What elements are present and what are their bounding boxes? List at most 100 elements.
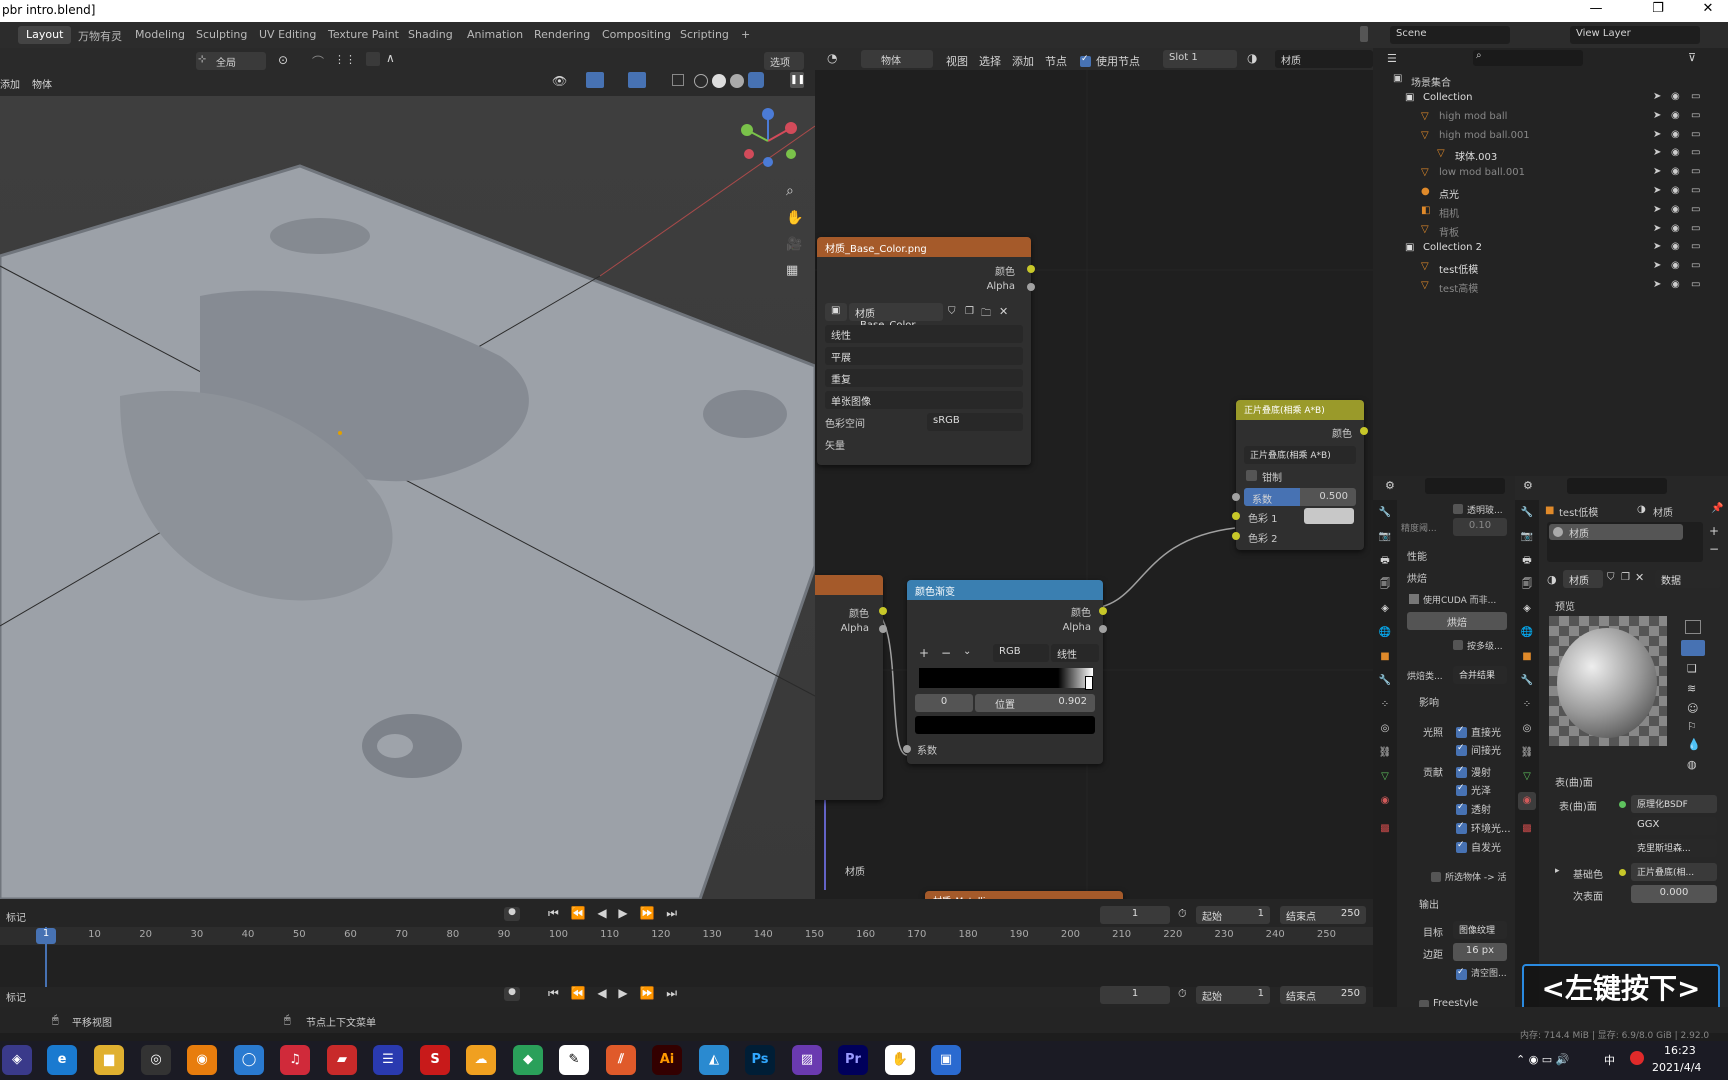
tab-scripting[interactable]: Scripting	[672, 26, 737, 44]
file-explorer-icon[interactable]: ▆	[94, 1045, 124, 1075]
playback-controls-2[interactable]: ⏮ ⏪ ◀ ▶ ⏩ ⏭	[548, 986, 681, 1001]
tab-wanwu[interactable]: 万物有灵	[70, 26, 130, 44]
image-browse-icon[interactable]: ▣	[825, 303, 847, 321]
visibility-eye-icon[interactable]: ◉	[1671, 260, 1680, 271]
sss-method-dropdown[interactable]: 克里斯坦森...	[1631, 839, 1717, 857]
select-toggle-icon[interactable]: ➤	[1653, 223, 1661, 234]
material-shading-button[interactable]	[730, 74, 744, 88]
surface-section[interactable]: 表(曲)面	[1555, 774, 1593, 789]
m-fake-user-icon[interactable]: ⛉	[1607, 572, 1615, 583]
outliner-row[interactable]: ▽ low mod ball.001 ➤ ◉ ▭	[1373, 165, 1728, 183]
multires-checkbox[interactable]	[1453, 640, 1463, 650]
slot-dropdown[interactable]: Slot 1	[1163, 50, 1237, 68]
tab-layout[interactable]: Layout	[18, 26, 72, 44]
source-dropdown[interactable]: 单张图像	[825, 391, 1023, 409]
target-dropdown[interactable]: 图像纹理	[1453, 921, 1507, 939]
pivot-icon[interactable]: ⊙	[278, 53, 288, 67]
visibility-eye-icon[interactable]: ◉	[1671, 223, 1680, 234]
image-node-header[interactable]: 材质_Base_Color.png	[817, 237, 1031, 257]
ramp-stop-handle[interactable]	[1085, 676, 1093, 690]
color1-socket[interactable]	[1232, 512, 1240, 520]
maximize-button[interactable]: ❐	[1638, 1, 1678, 21]
render-toggle-icon[interactable]: ▭	[1691, 241, 1700, 252]
select-toggle-icon[interactable]: ➤	[1653, 129, 1661, 140]
m-unlink-icon[interactable]: ✕	[1635, 571, 1644, 584]
tab-rendering[interactable]: Rendering	[526, 26, 598, 44]
premiere-icon[interactable]: Pr	[838, 1045, 868, 1075]
colorspace-dropdown[interactable]: sRGB	[927, 413, 1023, 431]
ramp-position-field[interactable]: 位置 0.902	[975, 694, 1095, 712]
tab-sculpting[interactable]: Sculpting	[188, 26, 255, 44]
solid-shading-button[interactable]	[712, 74, 726, 88]
visibility-eye-icon[interactable]: ◉	[1671, 129, 1680, 140]
remove-stop-icon[interactable]: −	[941, 646, 951, 660]
substance-icon[interactable]: ◭	[699, 1045, 729, 1075]
gloss-checkbox[interactable]	[1456, 783, 1467, 796]
interpolation-dropdown[interactable]: 线性	[825, 325, 1023, 343]
ramp-color-socket[interactable]	[1099, 607, 1107, 615]
select-toggle-icon[interactable]: ➤	[1653, 166, 1661, 177]
tab-uv-editing[interactable]: UV Editing	[251, 26, 324, 44]
m-tool-tab-icon[interactable]: 🔧	[1518, 504, 1536, 522]
mix-color-out-socket[interactable]	[1360, 427, 1368, 435]
select-toggle-icon[interactable]: ➤	[1653, 110, 1661, 121]
select-toggle-icon[interactable]: ➤	[1653, 279, 1661, 290]
options-dropdown[interactable]: 选项	[764, 52, 804, 70]
render-toggle-icon[interactable]: ▭	[1691, 129, 1700, 140]
scene-tab-icon[interactable]: ◈	[1376, 600, 1394, 618]
ramp-index-field[interactable]: 0	[915, 694, 973, 712]
outliner-row[interactable]: ▽ test低模 ➤ ◉ ▭	[1373, 259, 1728, 277]
node-editor-canvas[interactable]: 材质_Base_Color.png 颜色 Alpha ▣ 材质_Base_Col…	[815, 70, 1373, 899]
indirect-checkbox[interactable]	[1456, 743, 1467, 756]
current-frame-field[interactable]: 1	[1100, 906, 1170, 924]
preview-fluid-icon[interactable]: 💧	[1687, 738, 1701, 751]
ime-indicator[interactable]: 中	[1604, 1052, 1615, 1068]
fake-user-icon[interactable]: ⛉	[948, 306, 956, 317]
material-tab-icon[interactable]: ◉	[1376, 792, 1394, 810]
marker-menu[interactable]: 标记	[6, 909, 26, 924]
particles-tab-icon[interactable]: ⁘	[1376, 696, 1394, 714]
viewlayer-tab-icon[interactable]: 🗐	[1376, 576, 1394, 594]
object-mode-dropdown[interactable]: 物体	[861, 50, 933, 68]
ramp-node-header[interactable]: 颜色渐变	[907, 580, 1103, 600]
edge-icon[interactable]: e	[47, 1045, 77, 1075]
visibility-eye-icon[interactable]: ◉	[1671, 147, 1680, 158]
render-toggle-icon[interactable]: ▭	[1691, 185, 1700, 196]
pin-icon[interactable]: 📌	[1711, 503, 1723, 514]
m-particles-tab-icon[interactable]: ⁘	[1518, 696, 1536, 714]
app-circle-icon[interactable]: ◯	[234, 1045, 264, 1075]
material-name-field[interactable]: 材质	[1563, 570, 1603, 588]
ramp-interp-dropdown[interactable]: 线性	[1051, 644, 1099, 662]
bake-type-dropdown[interactable]: 合并结果	[1453, 666, 1507, 684]
visibility-icon[interactable]: 👁	[552, 74, 567, 88]
render-toggle-icon[interactable]: ▭	[1691, 260, 1700, 271]
data-tab-icon[interactable]: ▽	[1376, 768, 1394, 786]
tray-app-icon[interactable]	[1630, 1051, 1644, 1065]
m-material-tab-icon[interactable]: ◉	[1518, 792, 1536, 810]
tab-shading[interactable]: Shading	[400, 26, 461, 44]
ramp-stop-color-swatch[interactable]	[915, 716, 1095, 734]
pan-hand-icon[interactable]: ✋	[786, 210, 803, 226]
material-field[interactable]: 材质	[1275, 50, 1373, 68]
clear-image-checkbox[interactable]	[1456, 967, 1467, 980]
direct-checkbox[interactable]	[1456, 725, 1467, 738]
transparent-glass-checkbox[interactable]	[1453, 504, 1463, 514]
outliner-row[interactable]: ▽ 球体.003 ➤ ◉ ▭	[1373, 146, 1728, 164]
precision-field[interactable]: 0.10	[1453, 518, 1507, 536]
material-properties-panel[interactable]: ⚙ 🔧 📷 🖶 🗐 ◈ 🌐 ■ 🔧 ⁘ ◎ ⛓ ▽ ◉ ▩ ■ test低模 ◑…	[1515, 476, 1728, 1030]
minimize-button[interactable]: —	[1576, 1, 1616, 21]
m-duplicate-icon[interactable]: ❐	[1621, 572, 1630, 583]
preview-cube-icon[interactable]: ❑	[1687, 662, 1697, 675]
render-toggle-icon[interactable]: ▭	[1691, 147, 1700, 158]
outliner-row[interactable]: ▽ 背板 ➤ ◉ ▭	[1373, 222, 1728, 240]
margin-field[interactable]: 16 px	[1453, 943, 1507, 961]
m-modifier-tab-icon[interactable]: 🔧	[1518, 672, 1536, 690]
photos-icon[interactable]: ▣	[931, 1045, 961, 1075]
material-slots-list[interactable]: 材质	[1547, 522, 1703, 562]
orange-app-icon[interactable]: ☁	[466, 1045, 496, 1075]
modifier-tab-icon[interactable]: 🔧	[1376, 672, 1394, 690]
preview-cloth-icon[interactable]: ⚐	[1687, 720, 1697, 733]
frame-ruler[interactable]: 1102030405060708090100110120130140150160…	[0, 927, 1373, 945]
blender-icon[interactable]: ◉	[187, 1045, 217, 1075]
editor-type-icon[interactable]: ◔	[827, 51, 837, 65]
